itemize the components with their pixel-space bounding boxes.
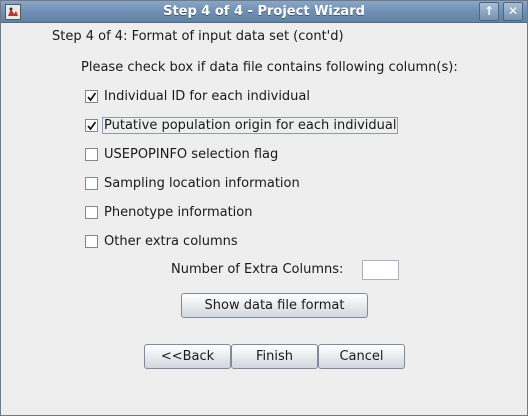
checkbox-box[interactable] bbox=[85, 176, 98, 190]
project-wizard-window: Step 4 of 4 - Project Wizard ↑ ✕ Step 4 … bbox=[0, 0, 528, 416]
extra-columns-input[interactable] bbox=[362, 260, 399, 280]
checkbox-other-extra[interactable]: Other extra columns bbox=[85, 231, 240, 251]
checkbox-sampling-location[interactable]: Sampling location information bbox=[85, 173, 302, 193]
checkbox-box[interactable] bbox=[85, 205, 98, 219]
checkmark-icon bbox=[87, 120, 97, 130]
checkbox-label: Putative population origin for each indi… bbox=[102, 116, 399, 134]
extra-columns-label: Number of Extra Columns: bbox=[171, 262, 344, 277]
checkbox-box[interactable] bbox=[85, 89, 98, 103]
checkbox-label: Other extra columns bbox=[104, 233, 238, 249]
back-button[interactable]: <<Back bbox=[144, 344, 231, 369]
checkbox-label: Phenotype information bbox=[104, 204, 253, 220]
title-bar[interactable]: Step 4 of 4 - Project Wizard ↑ ✕ bbox=[1, 1, 527, 23]
instruction-text: Please check box if data file contains f… bbox=[81, 60, 458, 75]
checkbox-box[interactable] bbox=[85, 234, 98, 248]
step-heading: Step 4 of 4: Format of input data set (c… bbox=[52, 29, 344, 44]
show-format-button[interactable]: Show data file format bbox=[181, 293, 368, 318]
checkbox-label: USEPOPINFO selection flag bbox=[104, 146, 279, 162]
checkbox-label: Sampling location information bbox=[104, 175, 300, 191]
close-button[interactable]: ✕ bbox=[503, 2, 523, 21]
window-title: Step 4 of 4 - Project Wizard bbox=[163, 4, 365, 19]
checkbox-usepopinfo[interactable]: USEPOPINFO selection flag bbox=[85, 144, 280, 164]
wizard-content: Step 4 of 4: Format of input data set (c… bbox=[1, 24, 527, 415]
cancel-button[interactable]: Cancel bbox=[318, 344, 405, 369]
finish-button[interactable]: Finish bbox=[231, 344, 318, 369]
checkbox-phenotype[interactable]: Phenotype information bbox=[85, 202, 254, 222]
checkbox-population-origin[interactable]: Putative population origin for each indi… bbox=[85, 115, 399, 135]
checkbox-box[interactable] bbox=[85, 147, 98, 161]
checkmark-icon bbox=[87, 91, 97, 101]
checkbox-individual-id[interactable]: Individual ID for each individual bbox=[85, 86, 312, 106]
maximize-button[interactable]: ↑ bbox=[479, 2, 499, 21]
checkbox-label: Individual ID for each individual bbox=[104, 88, 311, 104]
checkbox-box[interactable] bbox=[85, 118, 98, 132]
